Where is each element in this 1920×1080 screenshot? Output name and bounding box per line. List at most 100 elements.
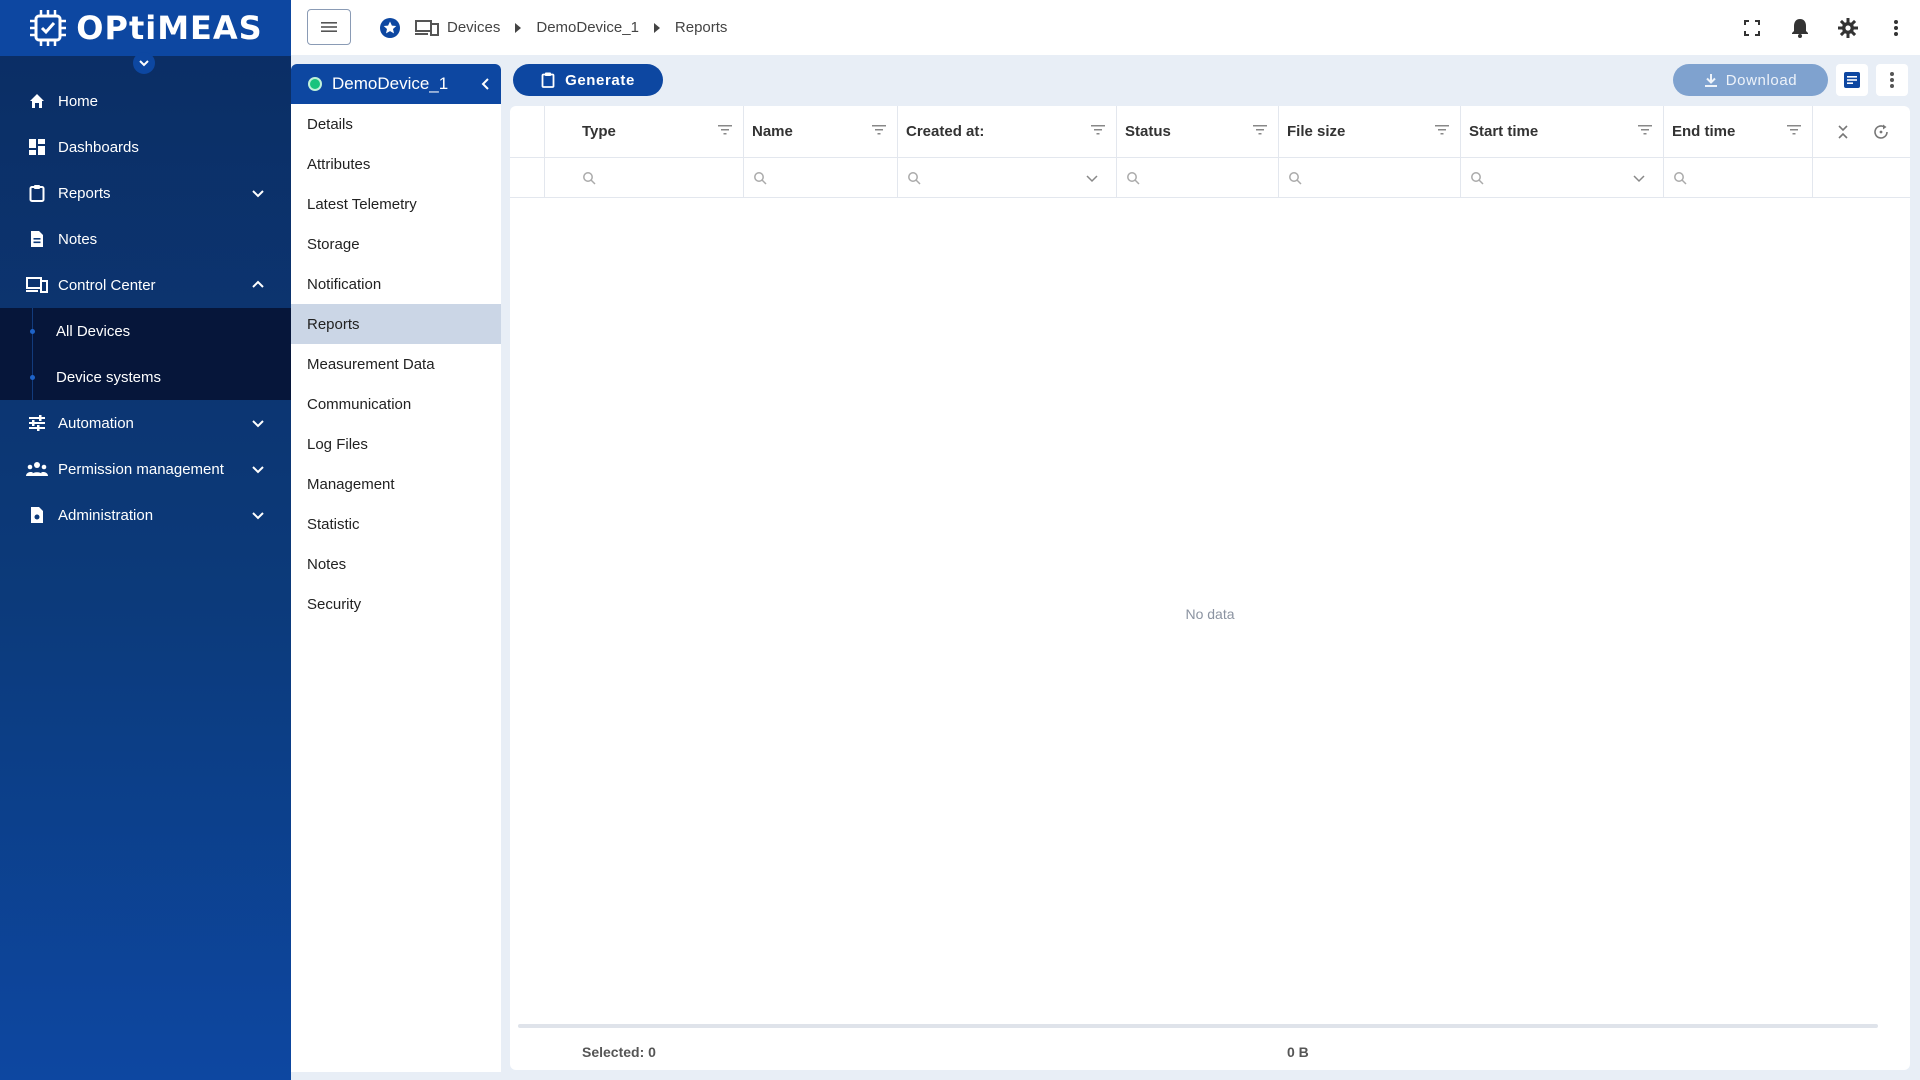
- filter-icon[interactable]: [717, 122, 733, 138]
- sidebar-item-dashboards[interactable]: Dashboards: [0, 124, 291, 170]
- chip-logo-icon: [30, 10, 67, 46]
- sidebar-item-label: Permission management: [58, 460, 224, 478]
- grid-footer: Selected: 0 0 B: [510, 1036, 1910, 1070]
- menu-toggle-button[interactable]: [307, 9, 351, 45]
- column-title: Status: [1125, 123, 1171, 140]
- column-header[interactable]: Start time: [1460, 106, 1663, 157]
- filter-icon[interactable]: [1786, 122, 1802, 138]
- column-title: Name: [752, 123, 793, 140]
- search-icon: [1672, 170, 1688, 186]
- sidebar-item-notes[interactable]: Notes: [0, 216, 291, 262]
- favorite-star-icon[interactable]: [379, 17, 401, 39]
- chevron-down-icon: [139, 60, 149, 67]
- collapse-panel-button[interactable]: [475, 74, 495, 94]
- column-header[interactable]: Created at:: [897, 106, 1116, 157]
- column-header[interactable]: File size: [1278, 106, 1460, 157]
- device-menu-item[interactable]: Latest Telemetry: [291, 184, 501, 224]
- device-menu-item[interactable]: Communication: [291, 384, 501, 424]
- column-header[interactable]: Type: [544, 106, 743, 157]
- device-menu-item[interactable]: Management: [291, 464, 501, 504]
- document-list-icon: [1844, 72, 1860, 88]
- sidebar-item-label: Home: [58, 92, 99, 110]
- column-filter-input[interactable]: [743, 158, 897, 197]
- app-logo[interactable]: OPtiMEAS: [0, 0, 291, 56]
- more-options-button[interactable]: [1876, 64, 1908, 96]
- chevron-left-icon: [481, 78, 489, 90]
- grid-filter-row: [510, 158, 1910, 198]
- filter-icon[interactable]: [1637, 122, 1653, 138]
- status-online-icon: [308, 77, 322, 91]
- gear-icon[interactable]: [1836, 16, 1860, 40]
- download-button[interactable]: Download: [1673, 64, 1828, 96]
- column-filter-input[interactable]: [1460, 158, 1663, 197]
- download-icon: [1704, 74, 1717, 87]
- reports-grid: Type Name Created at: Status File size Start …: [510, 106, 1910, 1070]
- bell-icon[interactable]: [1788, 16, 1812, 40]
- column-header[interactable]: Name: [743, 106, 897, 157]
- column-header[interactable]: Status: [1116, 106, 1278, 157]
- fullscreen-icon[interactable]: [1740, 16, 1764, 40]
- sidebar-toggle-button[interactable]: [133, 52, 155, 74]
- refresh-button[interactable]: [1870, 121, 1892, 143]
- search-icon: [906, 170, 922, 186]
- sidebar-item-label: Reports: [58, 184, 111, 202]
- note-icon: [26, 228, 48, 250]
- device-menu-item[interactable]: Reports: [291, 304, 501, 344]
- device-menu-item[interactable]: Attributes: [291, 144, 501, 184]
- filter-icon[interactable]: [1090, 122, 1106, 138]
- collapse-columns-button[interactable]: [1833, 122, 1853, 142]
- sidebar-item-all-devices[interactable]: All Devices: [0, 308, 291, 354]
- breadcrumb-device[interactable]: DemoDevice_1: [536, 19, 639, 36]
- device-menu-item[interactable]: Storage: [291, 224, 501, 264]
- search-icon: [1469, 170, 1485, 186]
- chevron-down-icon: [247, 504, 269, 526]
- column-filter-input[interactable]: [544, 158, 743, 197]
- column-header[interactable]: End time: [1663, 106, 1812, 157]
- column-title: File size: [1287, 123, 1346, 140]
- device-menu-header: DemoDevice_1: [291, 64, 501, 104]
- clipboard-icon: [541, 72, 555, 88]
- people-icon: [26, 458, 48, 480]
- horizontal-scrollbar[interactable]: [518, 1024, 1878, 1028]
- column-title: Created at:: [906, 123, 985, 140]
- generate-button[interactable]: Generate: [513, 64, 663, 96]
- main-sidebar: OPtiMEAS Home Dashboards Reports Notes C…: [0, 0, 291, 1080]
- column-filter-input[interactable]: [1116, 158, 1278, 197]
- selected-count: Selected: 0: [582, 1044, 656, 1060]
- chevron-down-icon: [247, 182, 269, 204]
- sidebar-item-control-center[interactable]: Control Center: [0, 262, 291, 308]
- admin-document-icon: [26, 504, 48, 526]
- more-vertical-icon[interactable]: [1884, 16, 1908, 40]
- report-view-button[interactable]: [1836, 64, 1868, 96]
- chevron-down-icon[interactable]: [1084, 170, 1100, 186]
- sidebar-item-label: Administration: [58, 506, 154, 524]
- filter-icon[interactable]: [1252, 122, 1268, 138]
- dashboard-icon: [26, 136, 48, 158]
- top-bar: Devices DemoDevice_1 Reports: [291, 0, 1920, 55]
- device-menu-item[interactable]: Notification: [291, 264, 501, 304]
- device-menu-item[interactable]: Log Files: [291, 424, 501, 464]
- column-filter-input[interactable]: [1663, 158, 1812, 197]
- device-menu-item[interactable]: Notes: [291, 544, 501, 584]
- device-menu-item[interactable]: Statistic: [291, 504, 501, 544]
- sidebar-item-automation[interactable]: Automation: [0, 400, 291, 446]
- sidebar-item-reports[interactable]: Reports: [0, 170, 291, 216]
- sidebar-item-home[interactable]: Home: [0, 78, 291, 124]
- column-title: Start time: [1469, 123, 1539, 140]
- device-menu-item[interactable]: Security: [291, 584, 501, 624]
- sidebar-item-device-systems[interactable]: Device systems: [0, 354, 291, 400]
- sidebar-item-permission-management[interactable]: Permission management: [0, 446, 291, 492]
- devices-icon: [26, 274, 48, 296]
- column-filter-input[interactable]: [1278, 158, 1460, 197]
- breadcrumb-devices[interactable]: Devices: [447, 19, 500, 36]
- more-vertical-icon: [1890, 72, 1894, 88]
- column-filter-input[interactable]: [897, 158, 1116, 197]
- filter-icon[interactable]: [871, 122, 887, 138]
- sidebar-item-administration[interactable]: Administration: [0, 492, 291, 538]
- caret-right-icon: [514, 22, 522, 33]
- chevron-down-icon[interactable]: [1631, 170, 1647, 186]
- device-menu-item[interactable]: Details: [291, 104, 501, 144]
- control-center-submenu: All Devices Device systems: [0, 308, 291, 400]
- device-menu-item[interactable]: Measurement Data: [291, 344, 501, 384]
- filter-icon[interactable]: [1434, 122, 1450, 138]
